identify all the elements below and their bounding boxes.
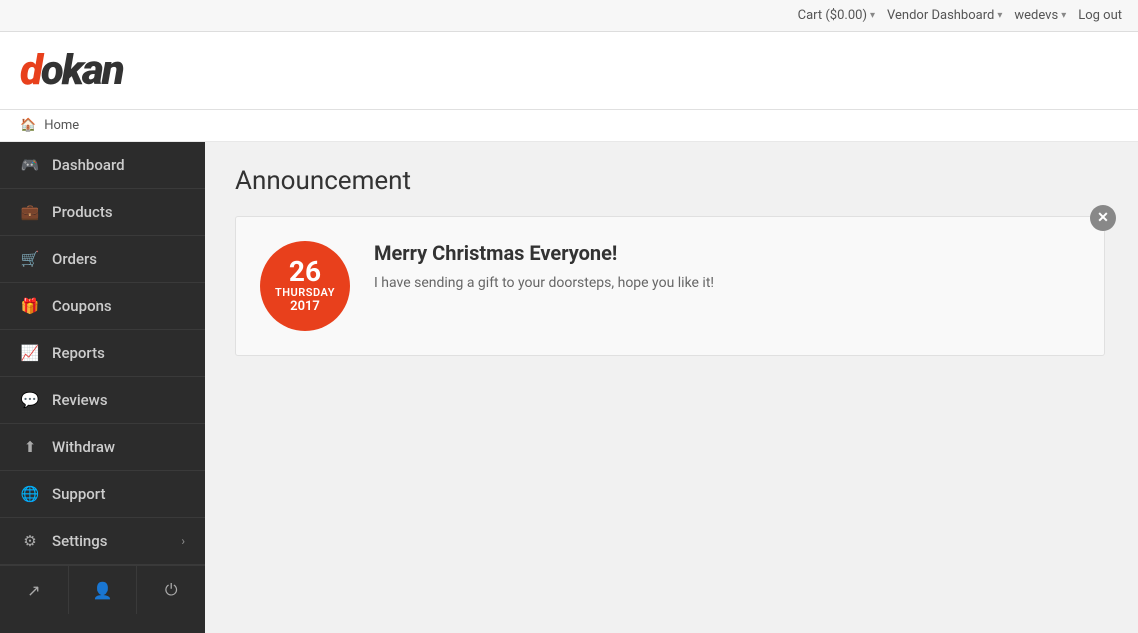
vendor-dashboard-label: Vendor Dashboard [887,8,994,23]
date-year: 2017 [290,299,320,314]
withdraw-icon: ⬆ [20,438,40,456]
logo[interactable]: dokan [20,46,123,95]
sidebar-label-support: Support [52,485,185,503]
logout-label: Log out [1078,8,1122,23]
sidebar-item-reports[interactable]: 📈 Reports [0,330,205,377]
page-title: Announcement [235,166,1108,196]
user-profile-button[interactable]: 👤 [69,566,138,614]
sidebar-item-reviews[interactable]: 💬 Reviews [0,377,205,424]
top-bar: Cart ($0.00) ▾ Vendor Dashboard ▾ wedevs… [0,0,1138,32]
vendor-chevron-icon: ▾ [997,10,1002,21]
user-menu[interactable]: wedevs ▾ [1014,8,1066,23]
home-icon: 🏠 [20,118,36,133]
sidebar-bottom: ↗ 👤 ⏻ [0,565,205,614]
sidebar-item-dashboard[interactable]: 🎮 Dashboard [0,142,205,189]
cart-menu[interactable]: Cart ($0.00) ▾ [798,8,875,23]
products-icon: 💼 [20,203,40,221]
external-link-icon: ↗ [27,581,40,600]
vendor-dashboard-menu[interactable]: Vendor Dashboard ▾ [887,8,1002,23]
main-layout: 🎮 Dashboard 💼 Products 🛒 Orders 🎁 Coupon… [0,142,1138,633]
dashboard-icon: 🎮 [20,156,40,174]
cart-label: Cart ($0.00) [798,8,867,23]
settings-arrow-icon: › [181,534,185,548]
external-link-button[interactable]: ↗ [0,566,69,614]
breadcrumb-home-link[interactable]: Home [44,118,79,133]
sidebar: 🎮 Dashboard 💼 Products 🛒 Orders 🎁 Coupon… [0,142,205,633]
logout-button[interactable]: Log out [1078,8,1122,23]
sidebar-label-dashboard: Dashboard [52,156,185,174]
sidebar-label-products: Products [52,203,185,221]
sidebar-item-withdraw[interactable]: ⬆ Withdraw [0,424,205,471]
power-icon: ⏻ [165,580,178,600]
sidebar-label-settings: Settings [52,532,181,550]
sidebar-item-orders[interactable]: 🛒 Orders [0,236,205,283]
breadcrumb: 🏠 Home [0,110,1138,142]
date-circle: 26 THURSDAY 2017 [260,241,350,331]
reports-icon: 📈 [20,344,40,362]
announcement-card: ✕ 26 THURSDAY 2017 Merry Christmas Every… [235,216,1105,356]
sidebar-label-coupons: Coupons [52,297,185,315]
date-weekday: THURSDAY [275,286,335,299]
date-day: 26 [289,258,321,286]
content-area: Announcement ✕ 26 THURSDAY 2017 Merry Ch… [205,142,1138,633]
settings-icon: ⚙ [20,532,40,550]
sidebar-label-withdraw: Withdraw [52,438,185,456]
support-icon: 🌐 [20,485,40,503]
cart-chevron-icon: ▾ [870,10,875,21]
logo-rest: okan [41,46,123,95]
announcement-title: Merry Christmas Everyone! [374,241,1080,265]
sidebar-item-coupons[interactable]: 🎁 Coupons [0,283,205,330]
announcement-text: Merry Christmas Everyone! I have sending… [374,241,1080,294]
site-header: dokan [0,32,1138,110]
sidebar-label-reviews: Reviews [52,391,185,409]
coupons-icon: 🎁 [20,297,40,315]
logo-d: d [20,46,41,95]
announcement-body: I have sending a gift to your doorsteps,… [374,273,1080,294]
user-chevron-icon: ▾ [1061,10,1066,21]
sidebar-item-support[interactable]: 🌐 Support [0,471,205,518]
user-label: wedevs [1014,8,1058,23]
sidebar-label-reports: Reports [52,344,185,362]
user-icon: 👤 [93,581,113,600]
reviews-icon: 💬 [20,391,40,409]
orders-icon: 🛒 [20,250,40,268]
power-button[interactable]: ⏻ [137,566,205,614]
sidebar-label-orders: Orders [52,250,185,268]
sidebar-item-settings[interactable]: ⚙ Settings › [0,518,205,565]
close-button[interactable]: ✕ [1090,205,1116,231]
sidebar-item-products[interactable]: 💼 Products [0,189,205,236]
